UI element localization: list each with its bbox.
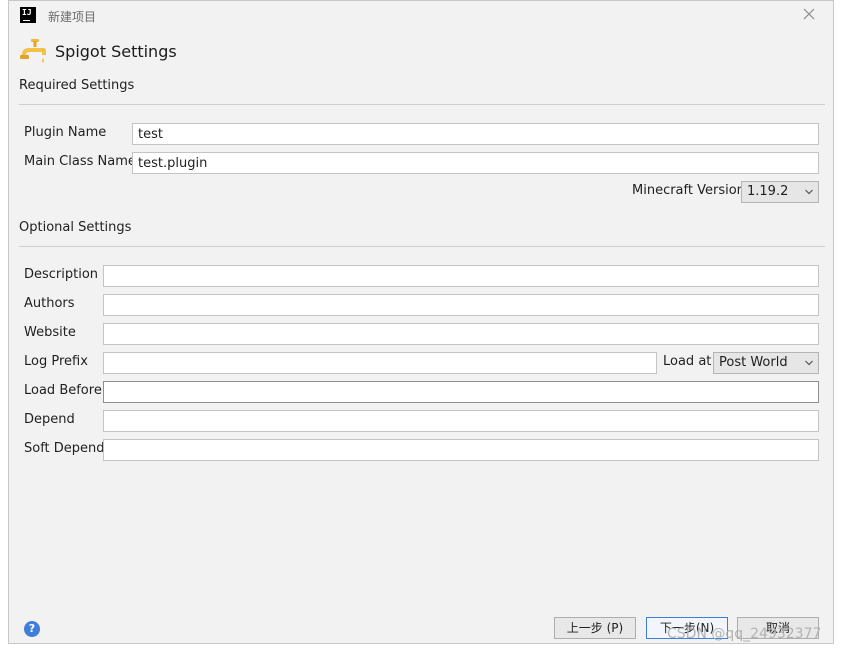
load-at-select[interactable]: Post World — [713, 352, 819, 374]
main-class-input[interactable] — [132, 152, 819, 174]
window-title: 新建项目 — [48, 10, 97, 24]
plugin-name-input[interactable] — [132, 123, 819, 145]
spigot-faucet-icon — [20, 39, 46, 63]
title-bar: IJ 新建项目 — [9, 1, 833, 31]
description-input[interactable] — [103, 265, 819, 287]
log-prefix-label: Log Prefix — [24, 354, 88, 369]
website-input[interactable] — [103, 323, 819, 345]
load-at-label: Load at — [663, 354, 712, 369]
description-label: Description — [24, 267, 99, 282]
load-before-label: Load Before — [24, 383, 102, 398]
load-at-value: Post World — [719, 355, 788, 370]
authors-label: Authors — [24, 296, 75, 311]
previous-button[interactable]: 上一步 (P) — [554, 617, 636, 639]
load-before-input[interactable] — [103, 381, 819, 403]
chevron-down-icon — [805, 189, 813, 195]
minecraft-version-value: 1.19.2 — [747, 184, 789, 199]
minecraft-version-select[interactable]: 1.19.2 — [741, 181, 819, 203]
depend-label: Depend — [24, 412, 75, 427]
chevron-down-icon — [805, 360, 813, 366]
required-settings-title: Required Settings — [19, 78, 135, 93]
optional-divider — [19, 246, 825, 247]
soft-depend-input[interactable] — [103, 439, 819, 461]
new-project-dialog: IJ 新建项目 Spigot Settings Required Setting… — [8, 0, 834, 644]
authors-input[interactable] — [103, 294, 819, 316]
log-prefix-input[interactable] — [103, 352, 657, 374]
soft-depend-label: Soft Depend — [24, 441, 105, 456]
main-class-label: Main Class Name — [24, 154, 136, 169]
depend-input[interactable] — [103, 410, 819, 432]
close-button[interactable] — [799, 4, 819, 24]
page-title: Spigot Settings — [55, 42, 177, 61]
help-icon[interactable]: ? — [24, 621, 40, 637]
close-icon — [803, 8, 815, 20]
plugin-name-label: Plugin Name — [24, 125, 107, 140]
website-label: Website — [24, 325, 76, 340]
minecraft-version-label: Minecraft Version — [632, 183, 745, 198]
watermark: CSDN @qq_24932377 — [667, 626, 822, 642]
required-divider — [19, 104, 825, 105]
intellij-app-icon: IJ — [20, 7, 36, 23]
optional-settings-title: Optional Settings — [19, 220, 132, 235]
